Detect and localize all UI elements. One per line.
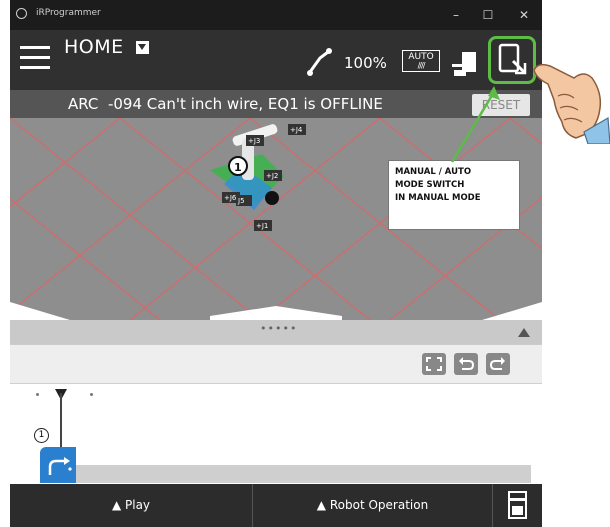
program-editor: 1 (10, 344, 542, 485)
axis-label-j1: +J1 (256, 222, 268, 230)
irprogrammer-window: iRProgrammer – ☐ ✕ HOME 100% AUTO //// A… (10, 0, 542, 527)
axis-label-j4: +J4 (290, 126, 303, 134)
mode-switch-icon (498, 43, 527, 75)
fit-view-icon[interactable] (422, 353, 446, 375)
timeline-dot (90, 393, 93, 396)
menu-hamburger-icon[interactable] (20, 46, 50, 72)
jog-robot-icon[interactable] (306, 46, 336, 78)
window-title-bar: iRProgrammer – ☐ ✕ (10, 0, 542, 30)
drag-handle[interactable]: ••••• (260, 322, 297, 335)
screen-dropdown-icon[interactable] (136, 41, 149, 54)
teach-pendant-status-icon[interactable] (450, 50, 480, 78)
program-start-block[interactable] (40, 447, 76, 483)
override-percentage[interactable]: 100% (344, 54, 387, 72)
alarm-message: ARC -094 Can't inch wire, EQ1 is OFFLINE (68, 95, 383, 113)
minimize-button[interactable]: – (444, 6, 468, 24)
callout-line-1: MANUAL / AUTO (395, 167, 472, 177)
tool-frame-number: 1 (234, 161, 242, 174)
program-step-number: 1 (34, 428, 49, 443)
redo-icon[interactable] (486, 353, 510, 375)
app-logo-icon (16, 8, 27, 19)
callout-line-2: MODE SWITCH (395, 180, 465, 190)
screen-title[interactable]: HOME (64, 36, 124, 58)
axis-label-j6: +J6 (224, 194, 237, 202)
callout-line-3: IN MANUAL MODE (395, 193, 481, 203)
callout-arrow (450, 86, 500, 163)
expand-up-icon[interactable] (518, 328, 530, 337)
timeline-dot (36, 393, 39, 396)
editor-toolbar (10, 345, 542, 384)
undo-icon[interactable] (454, 353, 478, 375)
robot-operation-button[interactable]: ▲ Robot Operation (253, 484, 493, 527)
program-track[interactable] (76, 465, 531, 483)
panel-collapse-bar[interactable]: ••••• (10, 320, 542, 344)
annotation-callout: MANUAL / AUTO MODE SWITCH IN MANUAL MODE (388, 160, 520, 230)
maximize-button[interactable]: ☐ (476, 6, 500, 24)
window-title: iRProgrammer (36, 8, 101, 18)
auto-status-icon[interactable]: AUTO //// (402, 50, 440, 72)
play-button[interactable]: ▲ Play (10, 484, 253, 527)
top-toolbar: HOME 100% AUTO //// (10, 30, 542, 90)
pendant-panel-button[interactable] (493, 484, 542, 527)
pendant-icon (508, 491, 527, 519)
bottom-bar: ▲ Play ▲ Robot Operation (10, 484, 542, 527)
axis-label-j2: +J2 (266, 172, 278, 180)
program-timeline (60, 393, 62, 455)
close-button[interactable]: ✕ (512, 6, 536, 24)
axis-label-j5: J5 (237, 197, 245, 205)
axis-label-j3: +J3 (248, 137, 260, 145)
pointing-hand-illustration (533, 63, 610, 144)
start-arrow-icon (48, 457, 72, 475)
